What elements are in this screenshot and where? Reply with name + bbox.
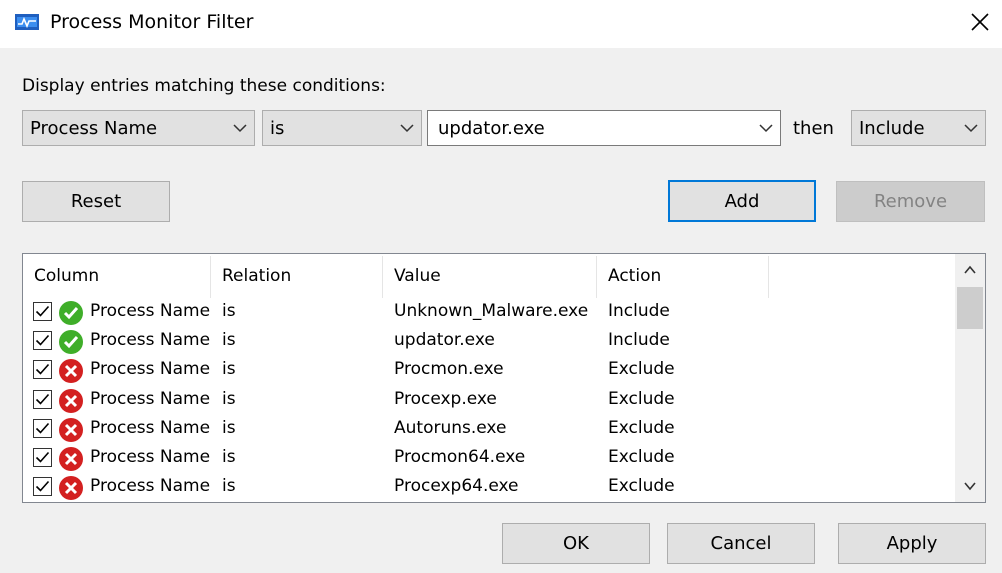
exclude-x-icon xyxy=(58,475,84,501)
header-divider[interactable] xyxy=(768,256,769,298)
cancel-button[interactable]: Cancel xyxy=(667,523,815,564)
column-select-value: Process Name xyxy=(30,118,158,139)
row-checkbox[interactable] xyxy=(33,302,52,321)
row-action: Exclude xyxy=(608,417,675,438)
row-checkbox[interactable] xyxy=(33,331,52,351)
row-relation: is xyxy=(222,388,236,409)
list-header: Column Relation Value Action xyxy=(23,254,955,298)
exclude-x-icon xyxy=(58,446,84,472)
row-value: Procexp.exe xyxy=(394,388,497,409)
scrollbar-thumb[interactable] xyxy=(957,287,983,329)
action-select[interactable]: Include xyxy=(851,110,986,146)
filter-list[interactable]: Column Relation Value Action Process Nam… xyxy=(22,253,986,503)
header-relation[interactable]: Relation xyxy=(222,266,291,286)
header-value[interactable]: Value xyxy=(394,266,441,286)
row-checkbox[interactable] xyxy=(33,418,52,438)
exclude-x-icon xyxy=(58,388,84,414)
list-row[interactable]: Process Name is updator.exe Include xyxy=(23,327,955,356)
scroll-down-icon[interactable] xyxy=(962,478,978,494)
row-checkbox[interactable] xyxy=(33,360,52,380)
row-action: Include xyxy=(608,330,670,351)
list-row[interactable]: Process Name is Autoruns.exe Exclude xyxy=(23,415,955,444)
relation-select[interactable]: is xyxy=(262,110,422,146)
row-action: Exclude xyxy=(608,476,675,497)
header-divider[interactable] xyxy=(382,256,383,298)
list-row[interactable]: Process Name is Unknown_Malware.exe Include xyxy=(23,298,955,327)
row-column: Process Name xyxy=(90,301,211,321)
reset-button[interactable]: Reset xyxy=(22,181,170,222)
row-checkbox[interactable] xyxy=(33,389,52,409)
action-select-value: Include xyxy=(859,118,925,139)
include-check-icon xyxy=(58,300,84,326)
row-column: Process Name xyxy=(90,388,211,409)
row-checkbox[interactable] xyxy=(33,477,52,497)
row-value: Procmon.exe xyxy=(394,359,504,380)
row-action: Exclude xyxy=(608,388,675,409)
close-icon[interactable] xyxy=(962,4,998,40)
header-column[interactable]: Column xyxy=(34,266,99,286)
row-relation: is xyxy=(222,476,236,497)
vertical-scrollbar[interactable] xyxy=(955,254,985,502)
row-value: updator.exe xyxy=(394,330,495,351)
row-value: Unknown_Malware.exe xyxy=(394,301,589,321)
ok-button[interactable]: OK xyxy=(502,523,650,564)
row-action: Exclude xyxy=(608,447,675,467)
row-column: Process Name xyxy=(90,359,211,380)
row-action: Exclude xyxy=(608,359,675,380)
apply-button[interactable]: Apply xyxy=(838,523,986,564)
row-column: Process Name xyxy=(90,417,211,438)
window-title: Process Monitor Filter xyxy=(50,11,254,33)
list-row[interactable]: Process Name is Procexp64.exe Exclude xyxy=(23,473,955,502)
add-button[interactable]: Add xyxy=(668,180,816,222)
list-row[interactable]: Process Name is Procmon64.exe Exclude xyxy=(23,444,955,473)
process-monitor-icon xyxy=(15,14,39,30)
row-value: Procexp64.exe xyxy=(394,476,519,497)
exclude-x-icon xyxy=(58,358,84,384)
row-relation: is xyxy=(222,359,236,380)
header-divider[interactable] xyxy=(210,256,211,298)
row-relation: is xyxy=(222,417,236,438)
chevron-down-icon xyxy=(233,124,247,133)
remove-button[interactable]: Remove xyxy=(836,181,985,222)
row-relation: is xyxy=(222,301,236,321)
row-column: Process Name xyxy=(90,476,211,497)
title-bar: Process Monitor Filter xyxy=(0,0,1002,48)
chevron-down-icon xyxy=(964,124,978,133)
list-row[interactable]: Process Name is Procexp.exe Exclude xyxy=(23,386,955,415)
relation-select-value: is xyxy=(270,118,285,139)
exclude-x-icon xyxy=(58,417,84,443)
then-label: then xyxy=(793,118,834,139)
chevron-down-icon xyxy=(400,124,414,133)
row-column: Process Name xyxy=(90,447,211,467)
row-relation: is xyxy=(222,330,236,351)
value-combobox[interactable]: updator.exe xyxy=(427,110,781,146)
include-check-icon xyxy=(58,329,84,355)
row-value: Procmon64.exe xyxy=(394,447,526,467)
header-divider[interactable] xyxy=(596,256,597,298)
column-select[interactable]: Process Name xyxy=(22,110,255,146)
scroll-up-icon[interactable] xyxy=(962,262,978,278)
conditions-label: Display entries matching these condition… xyxy=(22,76,386,96)
row-value: Autoruns.exe xyxy=(394,417,507,438)
row-checkbox[interactable] xyxy=(33,448,52,467)
row-action: Include xyxy=(608,301,670,321)
row-relation: is xyxy=(222,447,236,467)
value-combobox-text: updator.exe xyxy=(438,118,545,139)
chevron-down-icon xyxy=(759,124,773,133)
row-column: Process Name xyxy=(90,330,211,351)
header-action[interactable]: Action xyxy=(608,266,661,286)
list-row[interactable]: Process Name is Procmon.exe Exclude xyxy=(23,356,955,385)
